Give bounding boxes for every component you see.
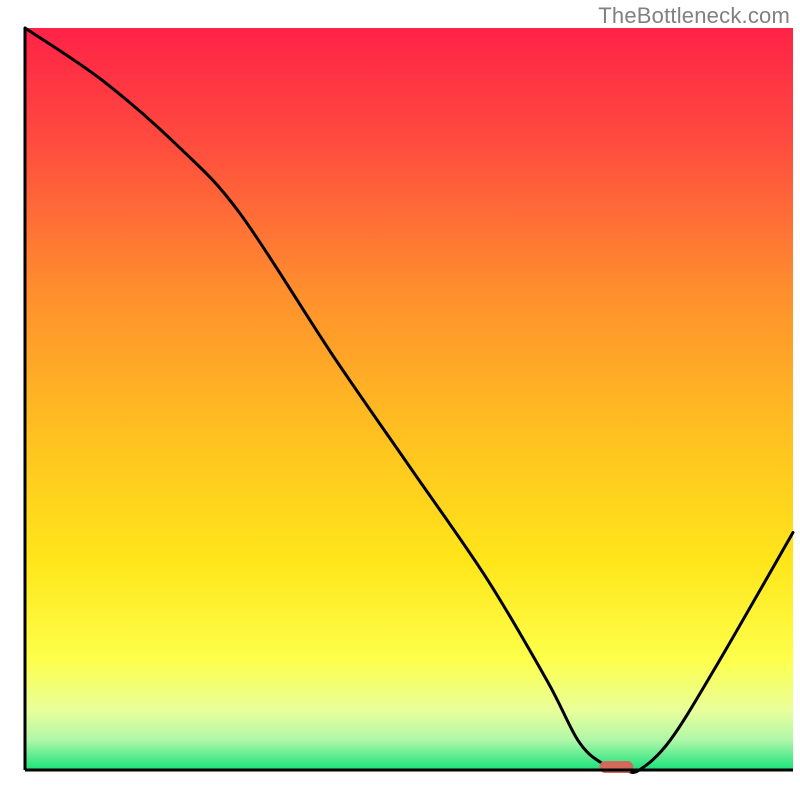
watermark-text: TheBottleneck.com [598, 3, 790, 29]
chart-container: TheBottleneck.com [0, 0, 800, 800]
gradient-fill [25, 28, 793, 770]
bottleneck-chart-svg [0, 0, 800, 800]
plot-area [25, 28, 793, 773]
